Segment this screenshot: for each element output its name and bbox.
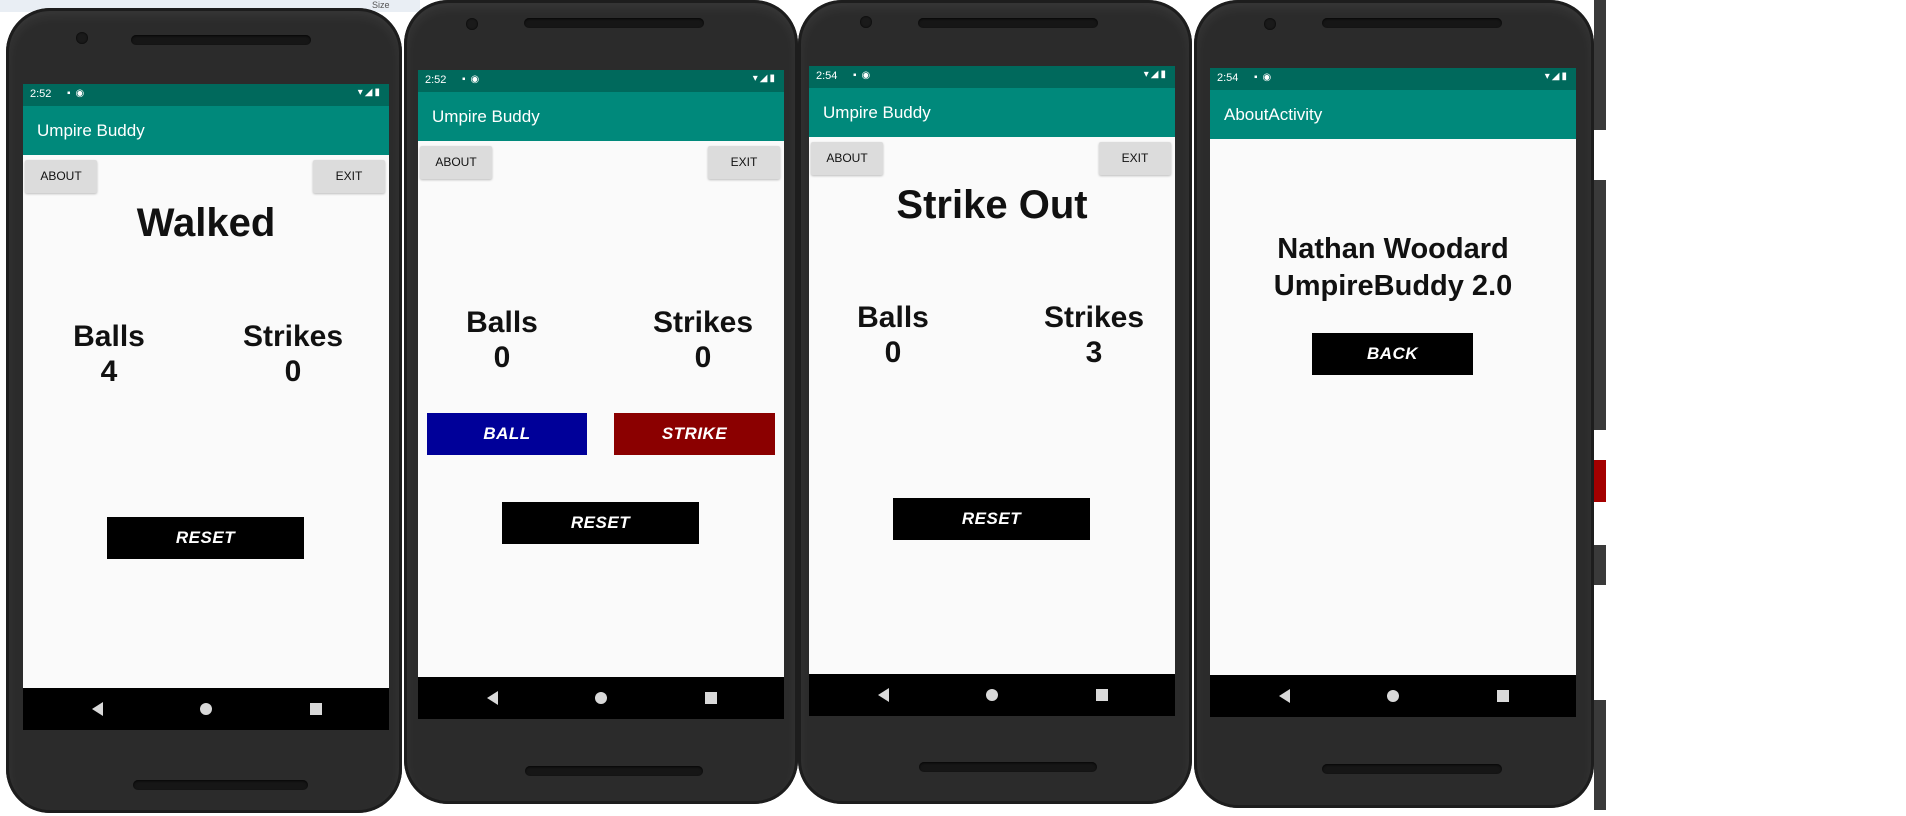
notification-icons: ▪◉ <box>462 74 485 85</box>
nav-bar <box>809 674 1175 716</box>
app-bar: AboutActivity <box>1210 90 1576 139</box>
about-button[interactable]: ABOUT <box>25 160 97 193</box>
about-button[interactable]: ABOUT <box>420 146 492 179</box>
nav-bar <box>418 677 784 719</box>
nav-recent-icon[interactable] <box>1497 690 1509 702</box>
nav-home-icon[interactable] <box>986 689 998 701</box>
balls-label: Balls <box>466 306 538 339</box>
desktop-window-edge <box>1594 180 1606 430</box>
notification-icons: ▪◉ <box>853 70 876 81</box>
front-camera <box>76 32 88 44</box>
status-bar: 2:52 ▪◉ ▾◢▮ <box>23 84 389 106</box>
clock: 2:54 <box>1217 72 1239 84</box>
notification-icons: ▪◉ <box>67 88 90 99</box>
app-bar: Umpire Buddy <box>23 106 389 155</box>
strikes-count: 3 <box>1085 336 1103 369</box>
desktop-window-edge <box>1594 460 1606 502</box>
front-camera <box>1264 18 1276 30</box>
strikes-count: 0 <box>284 355 302 388</box>
screen: 2:54 ▪◉ ▾◢▮ AboutActivity Nathan Woodard… <box>1210 68 1576 717</box>
front-camera <box>466 18 478 30</box>
nav-back-icon[interactable] <box>92 702 103 716</box>
desktop-window-edge <box>1594 545 1606 585</box>
signal-battery-icons: ▾◢▮ <box>1544 71 1569 82</box>
desktop-window-edge <box>1594 0 1606 130</box>
status-bar: 2:54 ▪◉ ▾◢▮ <box>809 66 1175 88</box>
content: ABOUT EXIT Balls 0 Strikes 0 BALL STRIKE… <box>418 141 784 677</box>
balls-count: 4 <box>100 355 118 388</box>
signal-battery-icons: ▾◢▮ <box>1143 69 1168 80</box>
reset-button[interactable]: RESET <box>502 502 699 544</box>
clock: 2:52 <box>425 74 447 86</box>
app-title: AboutActivity <box>1224 105 1323 124</box>
exit-button[interactable]: EXIT <box>313 160 385 193</box>
content: ABOUT EXIT Walked Balls 4 Strikes 0 RESE… <box>23 155 389 688</box>
back-button[interactable]: BACK <box>1312 333 1473 375</box>
speaker-grille <box>1322 18 1502 28</box>
strikes-count: 0 <box>694 341 712 374</box>
phone-counting: 2:52 ▪◉ ▾◢▮ Umpire Buddy ABOUT EXIT Ball… <box>404 0 798 804</box>
app-title: Umpire Buddy <box>432 107 540 126</box>
strikes-label: Strikes <box>652 306 754 339</box>
strikes-label: Strikes <box>1043 301 1145 334</box>
screen: 2:52 ▪◉ ▾◢▮ Umpire Buddy ABOUT EXIT Walk… <box>23 84 389 730</box>
nav-recent-icon[interactable] <box>1096 689 1108 701</box>
speaker-grille-bottom <box>919 762 1097 772</box>
notification-icons: ▪◉ <box>1254 72 1277 83</box>
app-bar: Umpire Buddy <box>418 92 784 141</box>
signal-battery-icons: ▾◢▮ <box>752 73 777 84</box>
nav-home-icon[interactable] <box>595 692 607 704</box>
desktop-window-edge <box>1594 700 1606 810</box>
author-name: Nathan Woodard <box>1277 233 1509 265</box>
nav-bar <box>1210 675 1576 717</box>
ball-button[interactable]: BALL <box>427 413 587 455</box>
clock: 2:54 <box>816 70 838 82</box>
nav-bar <box>23 688 389 730</box>
app-title: Umpire Buddy <box>37 121 145 140</box>
speaker-grille <box>131 35 311 45</box>
balls-label: Balls <box>73 320 145 353</box>
status-text: Strike Out <box>896 183 1088 227</box>
app-version: UmpireBuddy 2.0 <box>1273 270 1513 302</box>
balls-label: Balls <box>857 301 929 334</box>
front-camera <box>860 16 872 28</box>
speaker-grille-bottom <box>1322 764 1502 774</box>
status-bar: 2:54 ▪◉ ▾◢▮ <box>1210 68 1576 90</box>
speaker-grille-bottom <box>133 780 308 790</box>
balls-count: 0 <box>493 341 511 374</box>
speaker-grille <box>524 18 704 28</box>
phone-walked: 2:52 ▪◉ ▾◢▮ Umpire Buddy ABOUT EXIT Walk… <box>6 8 402 813</box>
app-bar: Umpire Buddy <box>809 88 1175 137</box>
screen: 2:52 ▪◉ ▾◢▮ Umpire Buddy ABOUT EXIT Ball… <box>418 70 784 719</box>
reset-button[interactable]: RESET <box>893 498 1090 540</box>
reset-button[interactable]: RESET <box>107 517 304 559</box>
exit-button[interactable]: EXIT <box>1099 142 1171 175</box>
screen: 2:54 ▪◉ ▾◢▮ Umpire Buddy ABOUT EXIT Stri… <box>809 66 1175 716</box>
nav-back-icon[interactable] <box>878 688 889 702</box>
speaker-grille-bottom <box>525 766 703 776</box>
phone-strike-out: 2:54 ▪◉ ▾◢▮ Umpire Buddy ABOUT EXIT Stri… <box>798 0 1192 804</box>
nav-recent-icon[interactable] <box>705 692 717 704</box>
nav-recent-icon[interactable] <box>310 703 322 715</box>
nav-back-icon[interactable] <box>1279 689 1290 703</box>
balls-count: 0 <box>884 336 902 369</box>
about-button[interactable]: ABOUT <box>811 142 883 175</box>
phone-about: 2:54 ▪◉ ▾◢▮ AboutActivity Nathan Woodard… <box>1194 0 1594 808</box>
clock: 2:52 <box>30 88 52 100</box>
content: ABOUT EXIT Strike Out Balls 0 Strikes 3 … <box>809 137 1175 674</box>
status-text: Walked <box>136 201 276 245</box>
nav-home-icon[interactable] <box>1387 690 1399 702</box>
speaker-grille <box>918 18 1098 28</box>
nav-back-icon[interactable] <box>487 691 498 705</box>
status-bar: 2:52 ▪◉ ▾◢▮ <box>418 70 784 92</box>
app-title: Umpire Buddy <box>823 103 931 122</box>
nav-home-icon[interactable] <box>200 703 212 715</box>
toolbar-size-label: Size <box>372 0 390 10</box>
signal-battery-icons: ▾◢▮ <box>357 87 382 98</box>
strikes-label: Strikes <box>242 320 344 353</box>
strike-button[interactable]: STRIKE <box>614 413 775 455</box>
content: Nathan Woodard UmpireBuddy 2.0 BACK <box>1210 139 1576 675</box>
exit-button[interactable]: EXIT <box>708 146 780 179</box>
